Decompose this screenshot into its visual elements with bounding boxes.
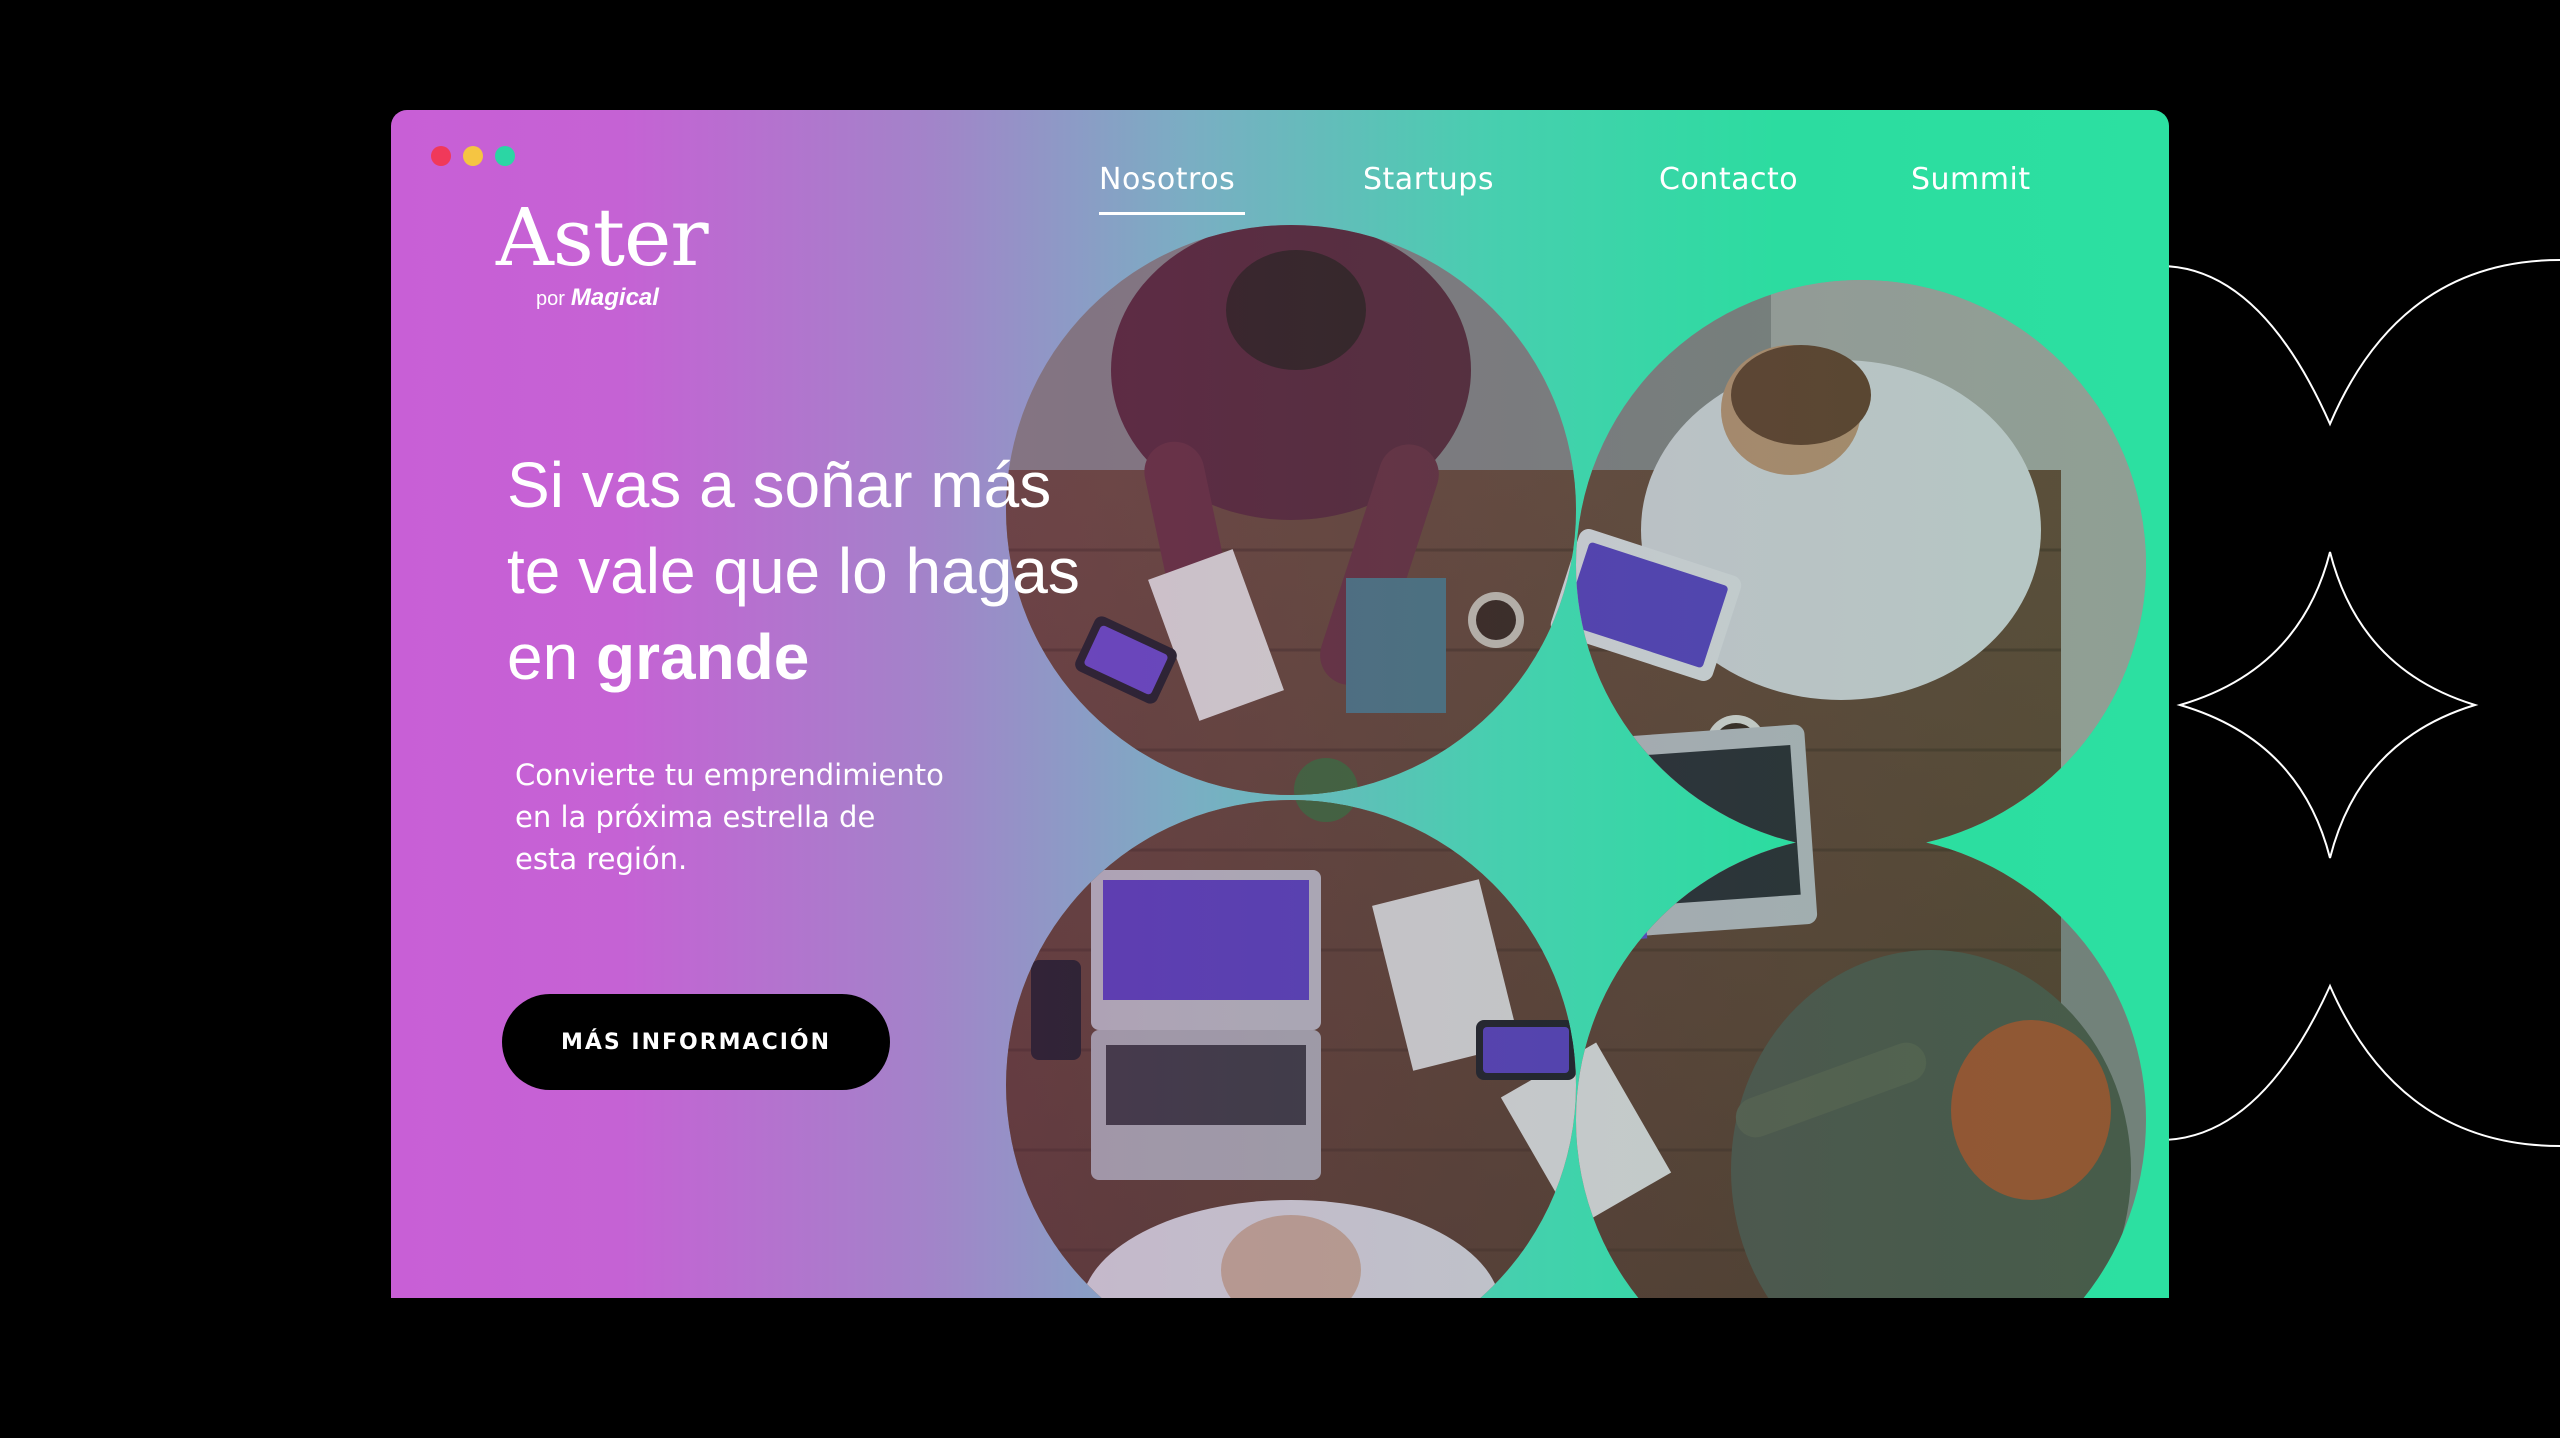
subcopy-line-1: Convierte tu emprendimiento — [515, 758, 944, 792]
browser-window: Nosotros Startups Contacto Summit Aster … — [391, 110, 2169, 1298]
headline-line-3: en grande — [507, 614, 1147, 700]
hero-headline: Si vas a soñar más te vale que lo hagas … — [507, 442, 1147, 700]
more-info-button[interactable]: MÁS INFORMACIÓN — [502, 994, 890, 1090]
headline-line-1: Si vas a soñar más — [507, 449, 1052, 521]
decorative-star-outlines — [2160, 259, 2560, 1147]
headline-emphasis: grande — [595, 621, 810, 693]
hero-subcopy: Convierte tu emprendimiento en la próxim… — [515, 754, 995, 880]
headline-line-3-prefix: en — [507, 621, 596, 693]
headline-line-2: te vale que lo hagas — [507, 535, 1080, 607]
subcopy-line-3: esta región. — [515, 842, 688, 876]
team-meeting-photo-collage — [1006, 225, 2146, 1298]
subcopy-line-2: en la próxima estrella de — [515, 800, 876, 834]
